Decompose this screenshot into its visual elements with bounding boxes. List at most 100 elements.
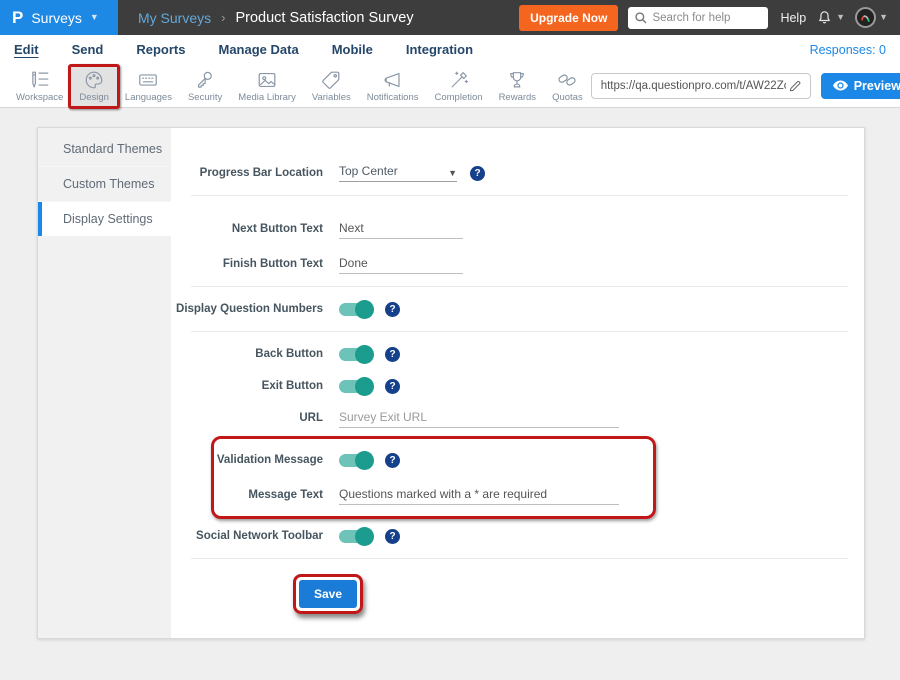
finish-button-text-row: Finish Button Text [171,251,848,277]
nav-tab-edit[interactable]: Edit [14,42,39,57]
exit-button-label: Exit Button [171,380,323,392]
wand-icon [448,69,470,91]
back-button-label: Back Button [171,348,323,360]
toolbar-item-completion[interactable]: Completion [427,65,491,107]
top-header: P Surveys ▼ My Surveys › Product Satisfa… [0,0,900,35]
nav-tab-reports[interactable]: Reports [136,42,185,57]
app-menu-surveys[interactable]: P Surveys ▼ [0,0,118,35]
finish-button-text-input[interactable] [339,254,463,274]
message-text-row: Message Text [214,482,653,508]
sidebar-item-standard-themes[interactable]: Standard Themes [38,132,171,167]
notifications-menu[interactable]: ▼ [816,9,845,26]
divider [191,331,848,332]
app-menu-label: Surveys [31,10,82,26]
pencil-icon [788,79,802,93]
help-icon[interactable] [470,166,485,181]
account-menu[interactable]: ▼ [855,7,888,28]
survey-url-field: https://qa.questionpro.com/t/AW22Zcq2J [591,73,811,99]
help-icon[interactable] [385,302,400,317]
help-link[interactable]: Help [780,11,806,25]
social-network-toolbar-row: Social Network Toolbar [171,523,848,549]
toolbar-item-languages[interactable]: Languages [117,65,180,107]
display-question-numbers-row: Display Question Numbers [171,296,848,322]
social-network-toolbar-toggle[interactable] [339,530,372,543]
responses-count[interactable]: Responses: 0 [810,43,886,57]
message-text-label: Message Text [214,489,323,501]
help-icon[interactable] [385,529,400,544]
next-button-text-input[interactable] [339,219,463,239]
toolbar-item-quotas[interactable]: Quotas [544,65,591,107]
annotation-box-validation: Validation Message Message Text [211,436,656,519]
toolbar-item-rewards[interactable]: Rewards [491,65,545,107]
sidebar-item-custom-themes[interactable]: Custom Themes [38,167,171,202]
key-icon [194,69,216,91]
social-network-toolbar-label: Social Network Toolbar [171,530,323,542]
trophy-icon [506,69,528,91]
chevron-down-icon: ▼ [90,13,99,22]
progress-bar-location-label: Progress Bar Location [171,167,323,179]
header-actions: Upgrade Now Help ▼ ▼ [519,5,900,31]
divider [191,558,848,559]
preview-button[interactable]: Preview [821,73,900,99]
toolbar-item-workspace[interactable]: Workspace [8,65,71,107]
search-icon [634,11,648,30]
upgrade-now-button[interactable]: Upgrade Now [519,5,618,31]
edit-url-button[interactable] [786,79,804,93]
eye-icon [833,80,848,91]
validation-message-toggle[interactable] [339,454,372,467]
finish-button-text-label: Finish Button Text [171,258,323,270]
megaphone-icon [382,69,404,91]
exit-button-toggle[interactable] [339,380,372,393]
help-icon[interactable] [385,347,400,362]
survey-exit-url-input[interactable] [339,408,619,428]
chain-link-icon [556,69,578,91]
toolbar-item-design[interactable]: Design [71,65,117,107]
search-input[interactable] [628,7,768,29]
message-text-input[interactable] [339,485,619,505]
breadcrumb: My Surveys › Product Satisfaction Survey [118,10,519,26]
exit-url-label: URL [171,412,323,424]
questionpro-logo: P [12,9,23,26]
sidebar-item-display-settings[interactable]: Display Settings [38,202,171,236]
survey-url-text[interactable]: https://qa.questionpro.com/t/AW22Zcq2J [601,80,786,92]
divider [191,286,848,287]
display-settings-form: Progress Bar Location Top Center ▼ Next … [171,128,864,638]
bell-icon [816,9,833,26]
breadcrumb-my-surveys[interactable]: My Surveys [138,10,211,26]
progress-bar-location-select[interactable]: Top Center ▼ [339,164,457,182]
save-button[interactable]: Save [299,580,357,608]
chevron-down-icon: ▼ [448,169,457,178]
toolbar-item-security[interactable]: Security [180,65,230,107]
help-icon[interactable] [385,379,400,394]
divider [191,195,848,196]
nav-tab-mobile[interactable]: Mobile [332,42,373,57]
validation-message-label: Validation Message [214,454,323,466]
display-question-numbers-toggle[interactable] [339,303,372,316]
help-icon[interactable] [385,453,400,468]
display-question-numbers-label: Display Question Numbers [171,303,323,315]
survey-nav: Edit Send Reports Manage Data Mobile Int… [0,35,900,64]
exit-button-row: Exit Button [171,373,848,399]
chevron-down-icon: ▼ [879,13,888,22]
toolbar-item-media-library[interactable]: Media Library [230,65,304,107]
nav-tab-manage-data[interactable]: Manage Data [218,42,298,57]
help-search [628,7,768,29]
progress-bar-location-row: Progress Bar Location Top Center ▼ [171,160,848,186]
nav-tab-send[interactable]: Send [72,42,104,57]
toolbar-right: https://qa.questionpro.com/t/AW22Zcq2J P… [591,73,900,99]
image-icon [256,69,278,91]
next-button-text-row: Next Button Text [171,216,848,242]
chevron-down-icon: ▼ [836,13,845,22]
themes-sidebar: Standard Themes Custom Themes Display Se… [38,128,171,638]
design-settings-panel: Standard Themes Custom Themes Display Se… [37,127,865,639]
keyboard-icon [137,69,159,91]
toolbar-item-notifications[interactable]: Notifications [359,65,427,107]
edit-toolbar: Workspace Design Languages Security Medi… [0,64,900,108]
back-button-toggle[interactable] [339,348,372,361]
toolbar-item-variables[interactable]: Variables [304,65,359,107]
workspace-icon [29,69,51,91]
nav-tab-integration[interactable]: Integration [406,42,473,57]
avatar [855,7,876,28]
breadcrumb-separator-icon: › [221,10,225,25]
annotation-box-save: Save [293,574,363,614]
